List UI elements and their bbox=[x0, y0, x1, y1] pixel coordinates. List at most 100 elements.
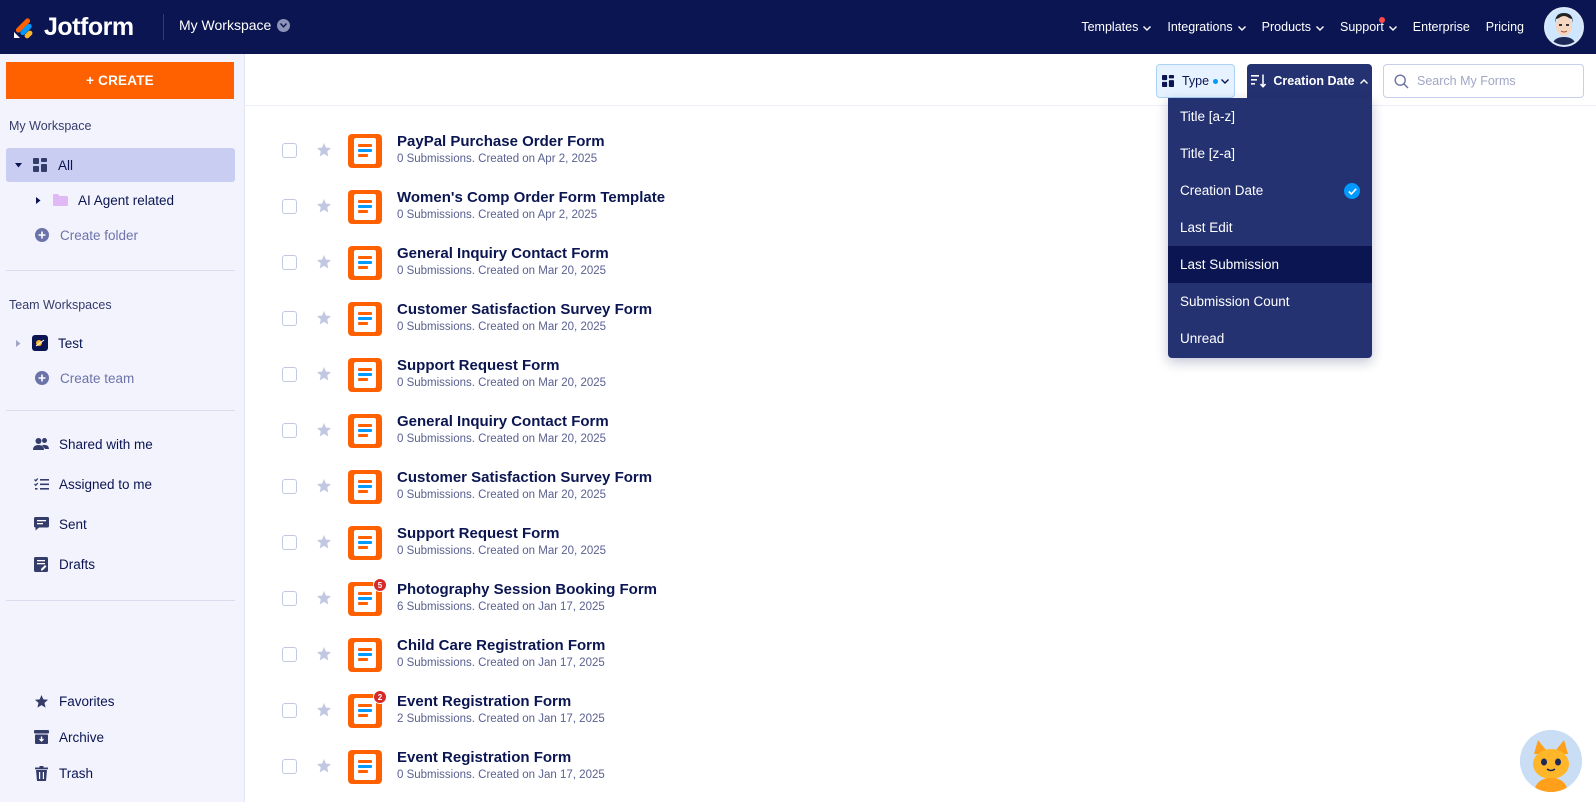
form-document-icon bbox=[354, 530, 376, 556]
form-icon[interactable] bbox=[348, 358, 382, 392]
form-title[interactable]: Customer Satisfaction Survey Form bbox=[397, 301, 652, 318]
search-box bbox=[1383, 64, 1584, 98]
form-title[interactable]: Child Care Registration Form bbox=[397, 637, 605, 654]
form-title[interactable]: PayPal Purchase Order Form bbox=[397, 133, 605, 150]
form-row[interactable]: Customer Satisfaction Survey Form 0 Submi… bbox=[245, 459, 1596, 515]
form-icon[interactable] bbox=[348, 470, 382, 504]
form-title[interactable]: Photography Session Booking Form bbox=[397, 581, 657, 598]
caret-right-icon[interactable] bbox=[14, 339, 22, 347]
form-select-checkbox[interactable] bbox=[282, 423, 297, 438]
nav-integrations[interactable]: Integrations bbox=[1167, 20, 1246, 34]
star-icon[interactable] bbox=[316, 646, 332, 662]
form-meta: 0 Submissions. Created on Mar 20, 2025 bbox=[397, 489, 607, 501]
form-icon[interactable] bbox=[348, 134, 382, 168]
form-select-checkbox[interactable] bbox=[282, 143, 297, 158]
form-row[interactable]: 5 Photography Session Booking Form 6 Submi… bbox=[245, 571, 1596, 627]
unread-count-badge: 5 bbox=[373, 578, 387, 592]
form-title[interactable]: Women's Comp Order Form Template bbox=[397, 189, 665, 206]
nav-support[interactable]: Support bbox=[1340, 17, 1397, 34]
form-icon[interactable] bbox=[348, 246, 382, 280]
divider bbox=[6, 270, 235, 271]
form-icon[interactable] bbox=[348, 750, 382, 784]
jotform-logo[interactable]: Jotform bbox=[12, 11, 134, 43]
form-row[interactable]: General Inquiry Contact Form 0 Submission… bbox=[245, 235, 1596, 291]
star-icon[interactable] bbox=[316, 254, 332, 270]
create-button[interactable]: + CREATE bbox=[6, 62, 234, 99]
form-select-checkbox[interactable] bbox=[282, 311, 297, 326]
sort-button[interactable]: Creation Date bbox=[1247, 64, 1372, 98]
star-icon[interactable] bbox=[316, 310, 332, 326]
caret-right-icon[interactable] bbox=[34, 196, 42, 204]
form-row[interactable]: General Inquiry Contact Form 0 Submission… bbox=[245, 403, 1596, 459]
nav-products[interactable]: Products bbox=[1262, 20, 1325, 34]
sidebar-item-all[interactable]: All bbox=[6, 148, 235, 182]
sidebar-item-shared-with-me[interactable]: Shared with me bbox=[6, 427, 235, 461]
form-select-checkbox[interactable] bbox=[282, 759, 297, 774]
sidebar-item-sent[interactable]: Sent bbox=[6, 507, 235, 541]
form-row[interactable]: PayPal Purchase Order Form 0 Submissions.… bbox=[245, 123, 1596, 179]
form-icon[interactable] bbox=[348, 190, 382, 224]
form-icon[interactable] bbox=[348, 638, 382, 672]
team-avatar-icon bbox=[32, 335, 48, 351]
form-row[interactable]: Event Registration Form 0 Submissions. Cr… bbox=[245, 739, 1596, 795]
workspace-switcher[interactable]: My Workspace bbox=[179, 17, 291, 33]
nav-enterprise[interactable]: Enterprise bbox=[1413, 20, 1470, 34]
form-select-checkbox[interactable] bbox=[282, 703, 297, 718]
form-title[interactable]: General Inquiry Contact Form bbox=[397, 245, 609, 262]
create-team-button[interactable]: Create team bbox=[6, 361, 235, 395]
search-icon bbox=[1394, 73, 1409, 89]
form-select-checkbox[interactable] bbox=[282, 647, 297, 662]
form-row[interactable]: Women's Comp Order Form Template 0 Submis… bbox=[245, 179, 1596, 235]
sidebar-item-team-test[interactable]: Test bbox=[6, 326, 235, 360]
nav-pricing[interactable]: Pricing bbox=[1486, 20, 1524, 34]
form-icon[interactable] bbox=[348, 302, 382, 336]
form-select-checkbox[interactable] bbox=[282, 591, 297, 606]
form-meta: 0 Submissions. Created on Jan 17, 2025 bbox=[397, 657, 605, 669]
star-icon[interactable] bbox=[316, 142, 332, 158]
form-row[interactable]: Support Request Form 0 Submissions. Creat… bbox=[245, 515, 1596, 571]
form-title[interactable]: Support Request Form bbox=[397, 357, 560, 374]
folder-icon bbox=[52, 192, 68, 208]
form-select-checkbox[interactable] bbox=[282, 535, 297, 550]
avatar[interactable] bbox=[1544, 7, 1584, 47]
star-icon[interactable] bbox=[316, 590, 332, 606]
form-select-checkbox[interactable] bbox=[282, 255, 297, 270]
star-icon[interactable] bbox=[316, 534, 332, 550]
form-meta: 6 Submissions. Created on Jan 17, 2025 bbox=[397, 601, 605, 613]
form-icon[interactable] bbox=[348, 414, 382, 448]
search-input[interactable] bbox=[1417, 74, 1577, 88]
star-icon[interactable] bbox=[316, 702, 332, 718]
form-title[interactable]: Event Registration Form bbox=[397, 749, 571, 766]
form-title[interactable]: Support Request Form bbox=[397, 525, 560, 542]
sort-button-label: Creation Date bbox=[1273, 74, 1355, 88]
checklist-icon bbox=[33, 476, 49, 492]
star-icon[interactable] bbox=[316, 198, 332, 214]
star-icon[interactable] bbox=[316, 366, 332, 382]
form-icon[interactable] bbox=[348, 526, 382, 560]
form-title[interactable]: Customer Satisfaction Survey Form bbox=[397, 469, 652, 486]
caret-down-icon[interactable] bbox=[14, 162, 22, 168]
form-select-checkbox[interactable] bbox=[282, 367, 297, 382]
sidebar-item-archive[interactable]: Archive bbox=[6, 720, 235, 754]
sidebar-item-assigned-to-me[interactable]: Assigned to me bbox=[6, 467, 235, 501]
form-title[interactable]: General Inquiry Contact Form bbox=[397, 413, 609, 430]
form-row[interactable]: Customer Satisfaction Survey Form 0 Submi… bbox=[245, 291, 1596, 347]
form-row[interactable]: 2 Event Registration Form 2 Submissions. C… bbox=[245, 683, 1596, 739]
form-select-checkbox[interactable] bbox=[282, 479, 297, 494]
star-icon[interactable] bbox=[316, 758, 332, 774]
ai-assistant-avatar[interactable] bbox=[1520, 730, 1582, 792]
nav-templates[interactable]: Templates bbox=[1081, 20, 1152, 34]
sidebar-item-favorites[interactable]: Favorites bbox=[6, 684, 235, 718]
sidebar-item-ai-agent-folder[interactable]: AI Agent related bbox=[6, 183, 235, 217]
sidebar-item-trash[interactable]: Trash bbox=[6, 756, 235, 790]
create-folder-button[interactable]: Create folder bbox=[6, 218, 235, 252]
star-icon[interactable] bbox=[316, 422, 332, 438]
type-filter-button[interactable]: Type bbox=[1156, 64, 1235, 98]
form-row[interactable]: Support Request Form 0 Submissions. Creat… bbox=[245, 347, 1596, 403]
sidebar-item-drafts[interactable]: Drafts bbox=[6, 547, 235, 581]
star-icon[interactable] bbox=[316, 478, 332, 494]
form-select-checkbox[interactable] bbox=[282, 199, 297, 214]
form-title[interactable]: Event Registration Form bbox=[397, 693, 571, 710]
chevron-down-icon bbox=[1237, 20, 1246, 34]
form-row[interactable]: Child Care Registration Form 0 Submission… bbox=[245, 627, 1596, 683]
